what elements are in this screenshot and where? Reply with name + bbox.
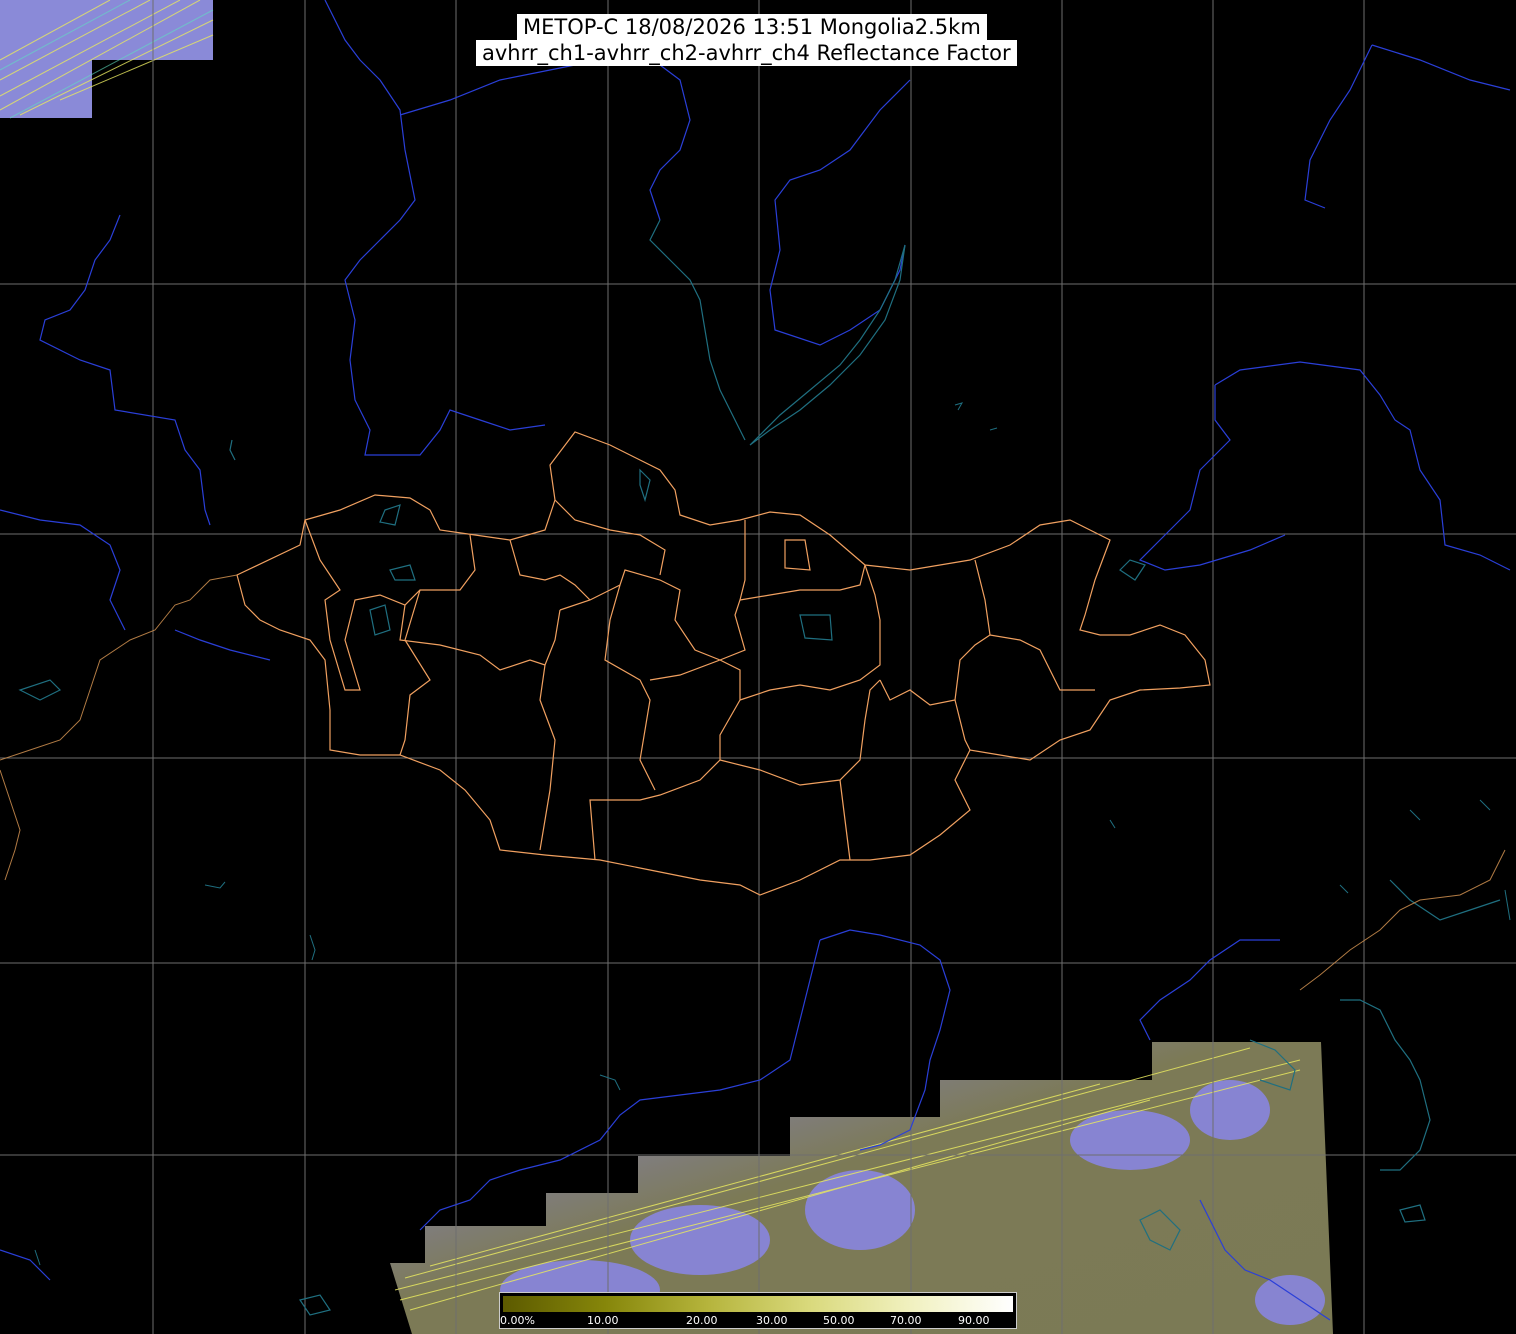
legend-tick-label: 90.00 xyxy=(958,1314,990,1327)
map-title-line2: avhrr_ch1-avhrr_ch2-avhrr_ch4 Reflectanc… xyxy=(476,40,1017,66)
swath-top-left xyxy=(0,0,214,119)
legend-colorbar xyxy=(503,1296,1013,1312)
legend-tick-label: 0.00% xyxy=(500,1314,535,1327)
legend-tick-label: 10.00 xyxy=(587,1314,619,1327)
satellite-map xyxy=(0,0,1516,1334)
legend-tick-label: 30.00 xyxy=(756,1314,788,1327)
legend-tick-label: 20.00 xyxy=(686,1314,718,1327)
admin-boundaries xyxy=(236,431,1211,896)
legend-tick-label: 50.00 xyxy=(823,1314,855,1327)
country-boundaries xyxy=(0,574,1506,991)
color-legend: 0.00% 10.00 20.00 30.00 50.00 70.00 90.0… xyxy=(499,1292,1017,1329)
legend-tick-label: 70.00 xyxy=(890,1314,922,1327)
swath-bottom xyxy=(390,1042,1333,1334)
map-title-line1: METOP-C 18/08/2026 13:51 Mongolia2.5km xyxy=(517,14,987,40)
